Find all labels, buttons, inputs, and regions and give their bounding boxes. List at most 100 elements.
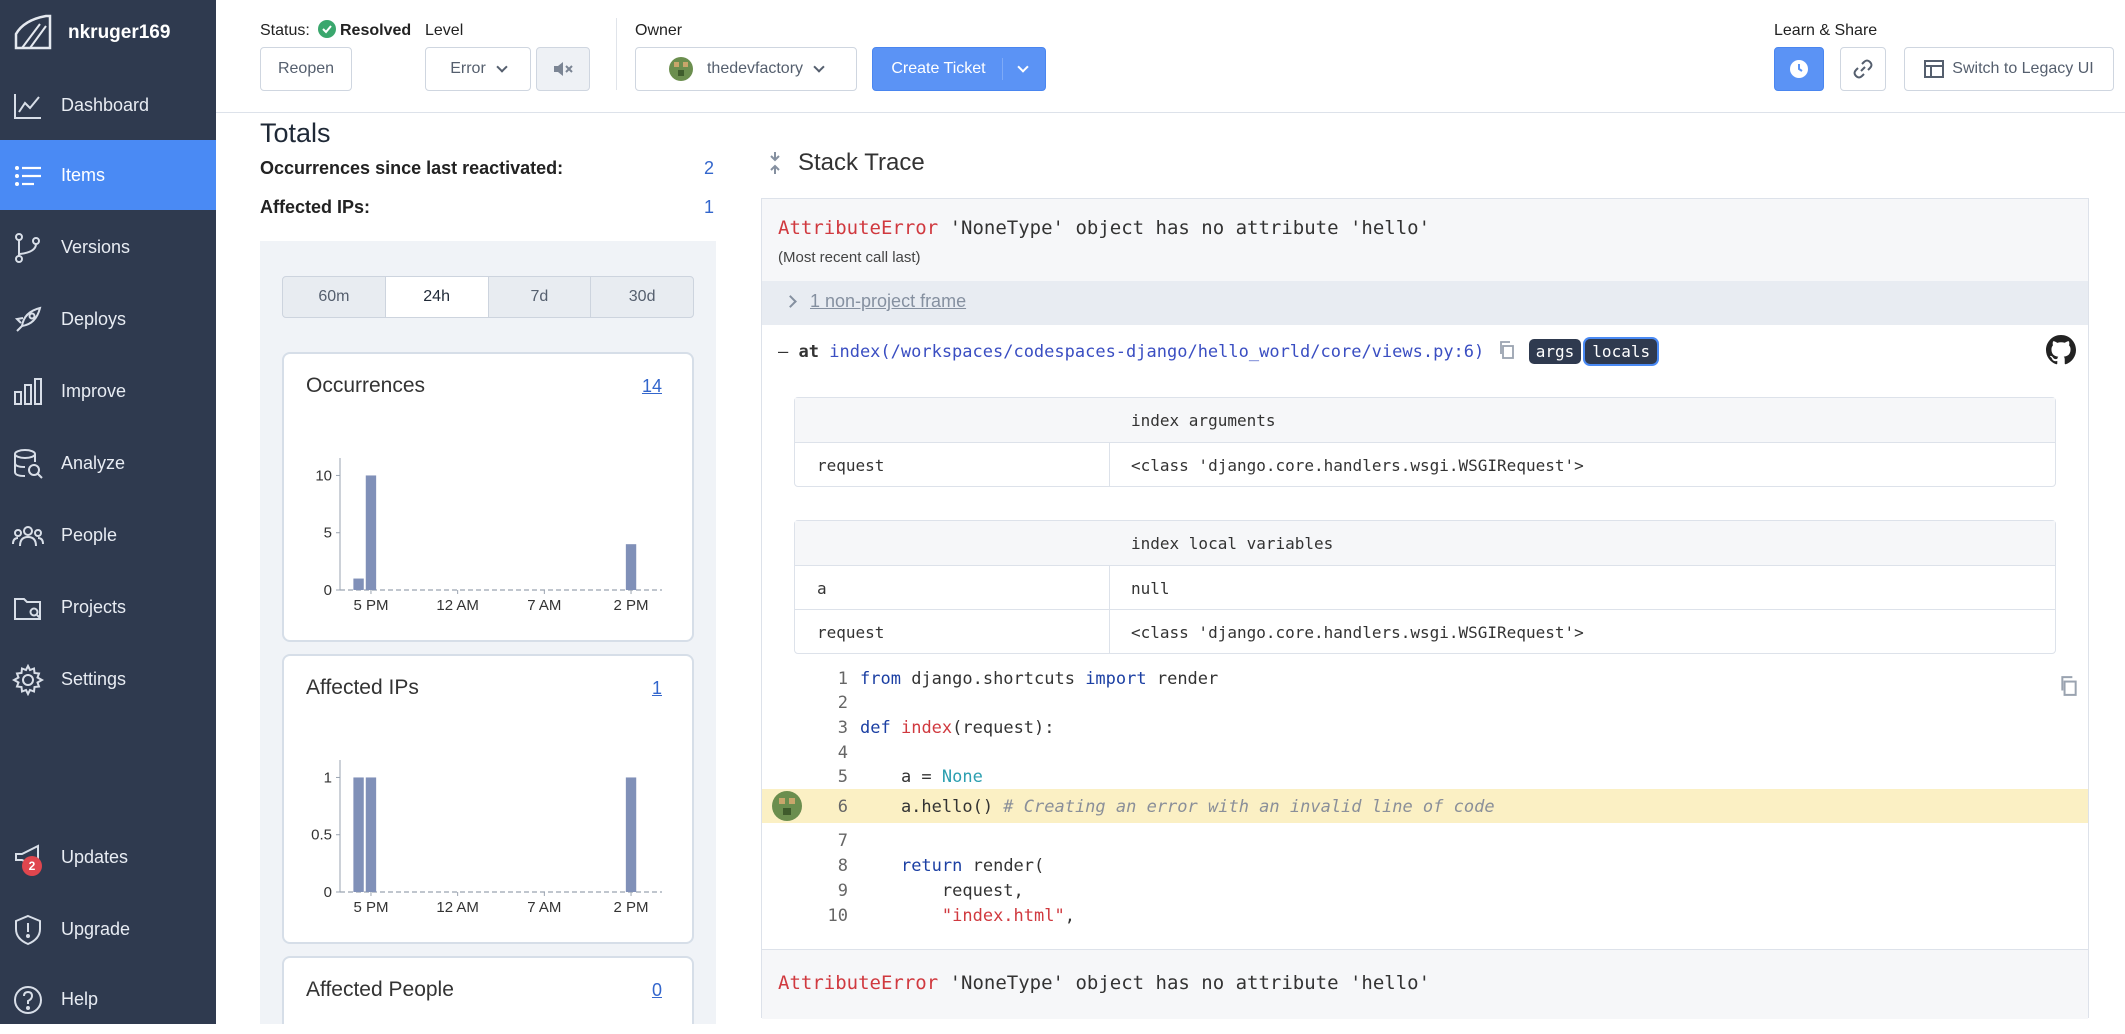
github-icon[interactable] [2046,335,2076,365]
history-button[interactable] [1774,47,1824,91]
collapse-icon[interactable] [768,151,782,175]
table-row: request <class 'django.core.handlers.wsgi… [795,442,2055,486]
stack-trace-panel: AttributeError 'NoneType' object has no … [761,198,2089,1019]
x-tick-label: 2 PM [614,899,649,916]
metrics-panel: 60m 24h 7d 30d Occurrences 14 0 5 10 5 PM 12… [260,241,716,1024]
owner-avatar [668,57,693,81]
sidebar-item-label: Updates [61,846,129,867]
status-label: Status: [260,22,310,39]
tab-60m[interactable]: 60m [283,277,386,317]
affected-people-count-link[interactable]: 0 [652,980,662,1001]
y-tick-label: 0.5 [311,827,332,844]
line-number: 5 [837,767,848,787]
mute-button[interactable] [536,47,590,91]
sidebar-item-label: Upgrade [61,918,131,939]
people-icon [12,526,44,547]
copy-icon[interactable] [1499,341,1515,359]
non-project-frame-link[interactable]: 1 non-project frame [810,291,966,312]
sidebar-item-upgrade[interactable]: Upgrade [0,894,216,964]
code-line: 3 def index(request): [762,714,2088,740]
tab-7d[interactable]: 7d [489,277,592,317]
affected-ips-card: Affected IPs 1 0 0.5 1 5 PM 12 AM 7 AM 2 PM [282,654,694,944]
y-tick-label: 1 [324,769,332,786]
sidebar-item-dashboard[interactable]: Dashboard [0,70,216,140]
line-number: 4 [837,743,848,763]
var-value: <class 'django.core.handlers.wsgi.WSGIRe… [1131,456,1584,475]
sidebar-item-label: Projects [61,596,127,617]
sidebar-item-updates[interactable]: 2 Updates [0,822,216,892]
sidebar-item-label: Dashboard [61,94,150,115]
sidebar-item-label: Help [61,988,99,1009]
sidebar-item-projects[interactable]: Projects [0,572,216,642]
code-token: (request): [952,718,1055,738]
var-name: request [817,456,885,475]
switch-legacy-label: Switch to Legacy UI [1952,60,2094,77]
brand[interactable]: nkruger169 [0,0,216,66]
main-content: Totals Occurrences since last reactivate… [216,113,2125,1024]
reopen-button[interactable]: Reopen [260,47,352,91]
code-line: 2 [762,689,2088,715]
divider [616,18,617,90]
sidebar-item-label: Versions [61,236,131,257]
var-name: request [817,623,885,642]
occurrences-label: Occurrences since last reactivated: [260,158,564,178]
code-line: 1 from django.shortcuts import render [762,665,2088,691]
level-label: Level [425,22,464,39]
sidebar-item-label: Items [61,164,106,185]
bar[interactable] [365,777,377,892]
line-number: 1 [837,669,848,689]
sidebar-item-label: Analyze [61,452,126,473]
line-number: 7 [837,831,848,851]
tab-24h[interactable]: 24h [385,277,489,317]
link-icon [1853,59,1873,79]
bar[interactable] [625,544,637,590]
args-header: index arguments [1131,411,1276,430]
bar[interactable] [625,777,637,892]
sidebar-item-settings[interactable]: Settings [0,644,216,714]
frame-path[interactable]: index(/workspaces/codespaces-django/hell… [829,342,1484,362]
rollbar-logo-icon [14,14,52,50]
error-type: AttributeError [778,217,939,239]
code-token: index [900,718,953,738]
code-token: request, [860,881,1024,901]
sidebar-item-deploys[interactable]: Deploys [0,284,216,354]
rocket-icon [14,306,42,332]
sidebar-item-people[interactable]: People [0,500,216,570]
error-line: AttributeError 'NoneType' object has no … [778,217,1430,239]
sidebar-item-versions[interactable]: Versions [0,212,216,282]
x-tick-label: 7 AM [527,899,561,916]
locals-toggle[interactable]: locals [1585,339,1658,364]
frame-collapse[interactable]: – [778,342,788,362]
switch-legacy-button[interactable]: Switch to Legacy UI [1904,47,2114,91]
affected-ips-value[interactable]: 1 [704,197,714,218]
level-dropdown[interactable]: Error [425,47,531,91]
args-toggle[interactable]: args [1528,339,1582,364]
owner-value: thedevfactory [706,60,804,77]
bar[interactable] [365,475,377,590]
sidebar-item-items[interactable]: Items [0,140,216,210]
sidebar-item-label: Settings [61,668,127,689]
code-token: def [860,718,891,738]
line-number: 6 [837,797,848,817]
frame-line: – at index(/workspaces/codespaces-django… [778,339,1658,364]
error-line: AttributeError 'NoneType' object has no … [778,972,1430,994]
occurrences-value[interactable]: 2 [704,158,714,179]
non-project-frame-toggle[interactable]: 1 non-project frame [762,281,2088,325]
bar[interactable] [353,578,364,590]
code-token: import [1085,669,1147,689]
tab-30d[interactable]: 30d [591,277,693,317]
code-token: render [1146,669,1219,689]
create-ticket-button[interactable]: Create Ticket [872,47,1046,91]
sidebar-item-improve[interactable]: Improve [0,356,216,426]
copy-link-button[interactable] [1840,47,1886,91]
occurrences-chart: 0 5 10 5 PM 12 AM 7 AM 2 PM [315,458,662,614]
bar[interactable] [353,777,364,892]
clock-icon [1790,60,1808,78]
sidebar-item-analyze[interactable]: Analyze [0,428,216,498]
code-token: , [1064,906,1075,926]
error-footer: AttributeError 'NoneType' object has no … [762,949,2088,1019]
chevron-right-icon [784,295,797,308]
top-bar: Status: Resolved Reopen Level Error Owne… [216,0,2125,113]
owner-dropdown[interactable]: thedevfactory [635,47,857,91]
code-line: 10 "index.html", [762,902,2088,928]
